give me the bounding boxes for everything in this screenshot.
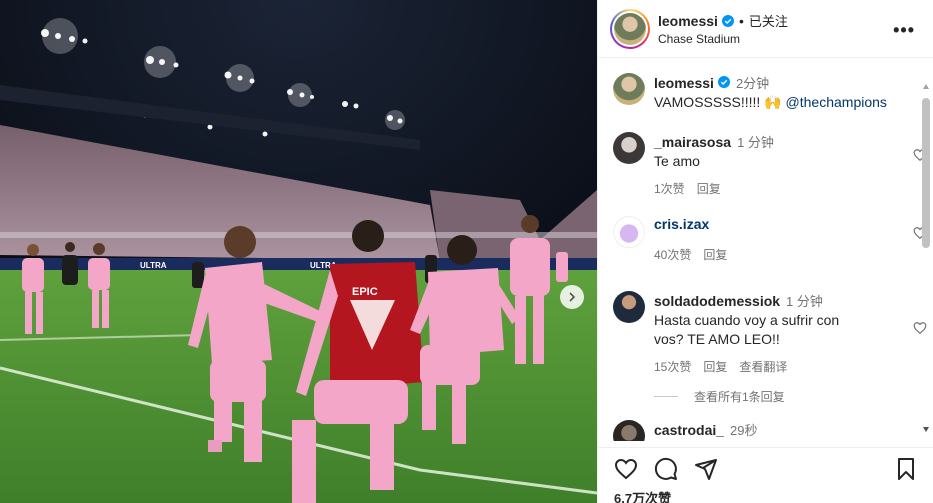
stadium-photo: ULTRA ULTRA ULTRA — [0, 0, 597, 503]
comment-time[interactable]: 1 分钟 — [737, 132, 774, 151]
caption-avatar[interactable] — [613, 73, 645, 105]
post-location[interactable]: Chase Stadium — [658, 32, 788, 46]
comments-scrollbar[interactable] — [922, 80, 930, 432]
svg-text:EPIC: EPIC — [352, 286, 378, 298]
verified-badge-icon — [717, 76, 730, 88]
view-replies-button[interactable]: 查看所有1条回复 — [654, 388, 785, 405]
likes-count[interactable]: 6.7万次赞 — [614, 488, 671, 503]
comment-time[interactable]: 1 分钟 — [786, 291, 823, 310]
comment-likes[interactable]: 15次赞 — [654, 358, 691, 375]
comment-username[interactable]: soldadodemessiok — [654, 293, 780, 309]
post-header: leomessi • 已关注 Chase Stadium ••• — [598, 0, 933, 58]
comment-text: Hasta cuando voy a sufrir con vos? TE AM… — [654, 312, 840, 347]
author-avatar[interactable] — [610, 8, 650, 49]
comment-item: castrodai_ 29秒 — [613, 420, 913, 441]
caption-time[interactable]: 2分钟 — [736, 73, 769, 92]
comment-avatar[interactable] — [613, 132, 645, 164]
comment-likes[interactable]: 1次赞 — [654, 180, 685, 197]
banner-text: ULTRA — [140, 261, 167, 270]
comments-list: leomessi 2分钟 VAMOSSSSS!!!!! 🙌 @thechampi… — [598, 59, 933, 441]
caption-username[interactable]: leomessi — [654, 75, 714, 91]
post-photo[interactable]: ULTRA ULTRA ULTRA — [0, 0, 597, 503]
see-translation-button[interactable]: 查看翻译 — [739, 358, 787, 375]
share-icon[interactable] — [694, 457, 718, 481]
separator: • — [738, 12, 744, 29]
verified-badge-icon — [721, 14, 734, 27]
comment-username[interactable]: _mairasosa — [654, 134, 731, 150]
caption-text: VAMOSSSSS!!!!! 🙌 — [654, 94, 782, 110]
scroll-up-arrow[interactable] — [923, 84, 929, 89]
reply-button[interactable]: 回复 — [697, 180, 721, 197]
comment-likes[interactable]: 40次赞 — [654, 246, 691, 263]
comment-username[interactable]: castrodai_ — [654, 422, 724, 438]
more-options-icon[interactable]: ••• — [893, 20, 915, 41]
author-username[interactable]: leomessi — [658, 13, 718, 29]
view-replies-label: 查看所有1条回复 — [694, 390, 785, 404]
comment-icon[interactable] — [654, 457, 678, 481]
like-heart-icon[interactable] — [614, 457, 638, 481]
bookmark-icon[interactable] — [894, 457, 918, 481]
comment-avatar[interactable] — [613, 420, 645, 441]
chevron-right-icon — [569, 292, 576, 302]
replies-divider — [654, 396, 678, 397]
avatar-image — [614, 12, 646, 45]
scroll-thumb[interactable] — [922, 98, 930, 248]
comment-text: Te amo — [654, 153, 700, 169]
comment-username[interactable]: cris.izax — [654, 216, 709, 232]
reply-button[interactable]: 回复 — [703, 246, 727, 263]
following-button[interactable]: 已关注 — [749, 11, 788, 30]
post-side-panel: leomessi • 已关注 Chase Stadium ••• leomess… — [597, 0, 933, 503]
comment-avatar[interactable] — [613, 291, 645, 323]
comment-time[interactable]: 29秒 — [730, 420, 757, 439]
caption: leomessi 2分钟 VAMOSSSSS!!!!! 🙌 @thechampi… — [613, 73, 913, 112]
comment-item: _mairasosa 1 分钟 Te amo 1次赞 回复 — [613, 132, 927, 197]
caption-mention[interactable]: @thechampions — [786, 94, 887, 110]
scroll-down-arrow[interactable] — [923, 427, 929, 432]
comment-item: cris.izax 40次赞 回复 — [613, 216, 927, 263]
next-photo-button[interactable] — [560, 285, 584, 309]
comment-avatar[interactable] — [613, 216, 645, 248]
reply-button[interactable]: 回复 — [703, 358, 727, 375]
comment-item: soldadodemessiok 1 分钟 Hasta cuando voy a… — [613, 291, 927, 375]
action-bar: 6.7万次赞 — [598, 447, 933, 503]
